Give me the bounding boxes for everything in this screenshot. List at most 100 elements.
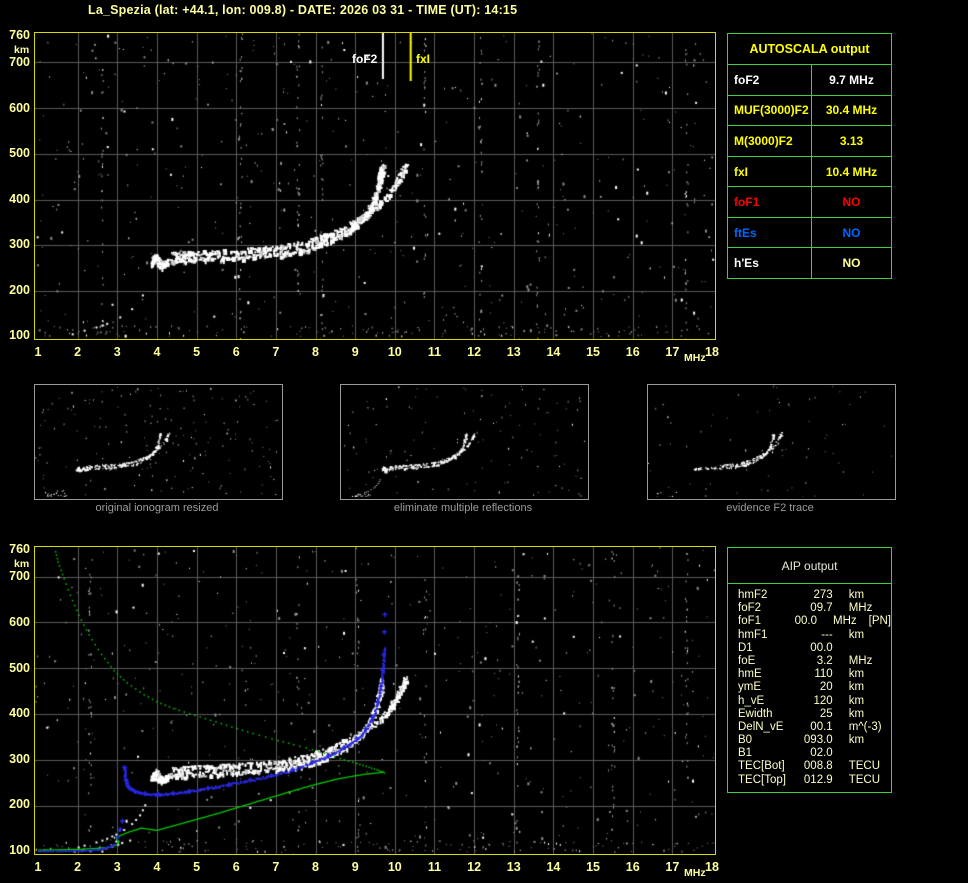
autoscala-row-value: 9.7 MHz [829, 72, 874, 87]
x-tick-label: 15 [586, 345, 600, 359]
page-title: La_Spezia (lat: +44.1, lon: 009.8) - DAT… [88, 3, 518, 17]
autoscala-table-rows: foF2 9.7 MHz MUF(3000)F2 30.4 MHz M(3000)F2 3… [728, 64, 891, 279]
thumbnail-eliminate-reflections [340, 384, 589, 500]
x-tick-label: 17 [665, 345, 680, 359]
autoscala-row-label: h'Es [728, 248, 812, 279]
aip-row-unit: TECU [848, 773, 880, 786]
aip-row: TEC[Top] 012.9 TECU [728, 774, 891, 787]
x-tick-label: 12 [467, 860, 482, 874]
x-tick-label: 6 [232, 860, 240, 874]
aip-row-label: hmE [738, 668, 762, 681]
x-tick-label: 12 [467, 345, 482, 359]
aip-row-note: [PN] [868, 615, 891, 628]
x-tick-label: 5 [193, 860, 201, 874]
aip-row-value: 00.1 [810, 720, 833, 733]
y-tick-label: 760 [9, 542, 30, 556]
aip-row-label: Ewidth [738, 707, 773, 720]
autoscala-row: foF2 9.7 MHz [728, 64, 891, 95]
aip-row: TEC[Bot] 008.8 TECU [728, 760, 891, 773]
aip-row-label: hmF2 [738, 589, 768, 601]
profile-ionogram-plot [34, 546, 716, 855]
autoscala-row: foF1 NO [728, 186, 891, 217]
aip-row-label: hmF1 [738, 628, 768, 641]
x-tick-label: 5 [193, 345, 201, 359]
x-tick-label: 8 [312, 345, 319, 359]
aip-row-unit: MHz [848, 602, 873, 615]
autoscala-table-header: AUTOSCALA output [749, 42, 870, 56]
y-tick-label: 400 [9, 706, 30, 721]
aip-row: ymE 20 km [728, 681, 891, 694]
aip-row-unit [849, 747, 889, 760]
aip-row-label: DelN_vE [738, 720, 784, 733]
main-ionogram-plot [34, 32, 716, 340]
aip-row-value: 09.7 [810, 602, 833, 615]
autoscala-row-label: foF1 [728, 187, 812, 217]
aip-row-value: 273 [813, 589, 833, 601]
aip-row-label: D1 [738, 641, 753, 654]
x-tick-label: 2 [74, 860, 82, 874]
y-tick-label: 500 [9, 660, 30, 675]
y-tick-label: 700 [9, 55, 30, 70]
aip-row-unit: km [848, 628, 865, 641]
y-tick-label: 100 [9, 843, 30, 857]
aip-row: foF2 09.7 MHz [728, 602, 891, 615]
aip-row-value: 3.2 [816, 654, 833, 667]
x-tick-label: 1 [34, 345, 42, 359]
aip-row-unit: km [848, 734, 865, 747]
x-tick-label: 9 [351, 860, 359, 874]
aip-row: hmF2 273 km [728, 589, 891, 602]
aip-row-unit: km [848, 589, 865, 601]
aip-row-value: 00.0 [810, 641, 833, 654]
x-tick-label: 1 [34, 860, 42, 874]
aip-row-label: h_vE [738, 694, 765, 707]
x-axis-unit-label: MHz [684, 352, 706, 364]
x-tick-label: 14 [546, 860, 561, 874]
aip-output-table: AIP output hmF2 273 km foF2 09.7 MHz foF1 00.0 M… [727, 547, 892, 793]
aip-row-label: TEC[Bot] [738, 760, 785, 773]
aip-row-label: foE [738, 654, 756, 667]
thumbnail-caption-evidence: evidence F2 trace [726, 502, 814, 514]
y-tick-label: 700 [9, 569, 30, 584]
autoscala-row-value: NO [842, 195, 861, 210]
aip-row-value: 02.0 [810, 747, 833, 760]
x-tick-label: 10 [387, 860, 402, 874]
thumbnail-caption-original: original ionogram resized [95, 502, 219, 514]
y-tick-label: 100 [9, 328, 30, 342]
x-tick-label: 7 [272, 345, 280, 359]
aip-row-value: 25 [819, 707, 833, 720]
x-tick-label: 4 [153, 860, 161, 874]
aip-row-label: foF2 [738, 602, 762, 615]
x-tick-label: 16 [625, 860, 640, 874]
x-tick-label: 7 [272, 860, 280, 874]
thumbnail-original-canvas [35, 385, 280, 497]
aip-row-unit: km [848, 668, 865, 681]
aip-row-label: TEC[Top] [738, 773, 786, 786]
aip-row-unit: m^(-3) [848, 720, 882, 733]
aip-row: D1 00.0 [728, 642, 891, 655]
autoscala-app-window: La_Spezia (lat: +44.1, lon: 009.8) - DAT… [0, 0, 968, 883]
y-tick-label: 500 [9, 146, 30, 161]
autoscala-row: M(3000)F2 3.13 [728, 125, 891, 156]
aip-row-unit: km [848, 707, 865, 720]
aip-row-label: B0 [738, 734, 753, 747]
profile-ionogram-canvas [35, 547, 715, 854]
thumbnail-original-ionogram [34, 384, 283, 500]
aip-row-unit: MHz [832, 615, 857, 628]
x-tick-label: 16 [625, 345, 640, 359]
aip-table-rows: hmF2 273 km foF2 09.7 MHz foF1 00.0 MHz [PN] hmF1-… [728, 584, 891, 787]
autoscala-row-label: fxI [728, 156, 812, 187]
autoscala-row-label: M(3000)F2 [728, 126, 812, 156]
thumbnail-evidence-canvas [648, 385, 893, 497]
autoscala-row: MUF(3000)F2 30.4 MHz [728, 94, 891, 126]
autoscala-row-label: foF2 [728, 65, 812, 95]
aip-row-unit: km [848, 694, 865, 707]
aip-row-unit: TECU [848, 760, 880, 773]
aip-row: hmE 110 km [728, 668, 891, 681]
main-ionogram-canvas [35, 33, 715, 339]
fxi-marker-label: fxI [416, 52, 431, 66]
aip-row-value: 012.9 [803, 773, 833, 786]
x-tick-label: 9 [351, 345, 359, 359]
autoscala-row-value: NO [842, 256, 861, 271]
autoscala-row-label: MUF(3000)F2 [728, 95, 812, 126]
x-tick-label: 11 [427, 860, 442, 874]
